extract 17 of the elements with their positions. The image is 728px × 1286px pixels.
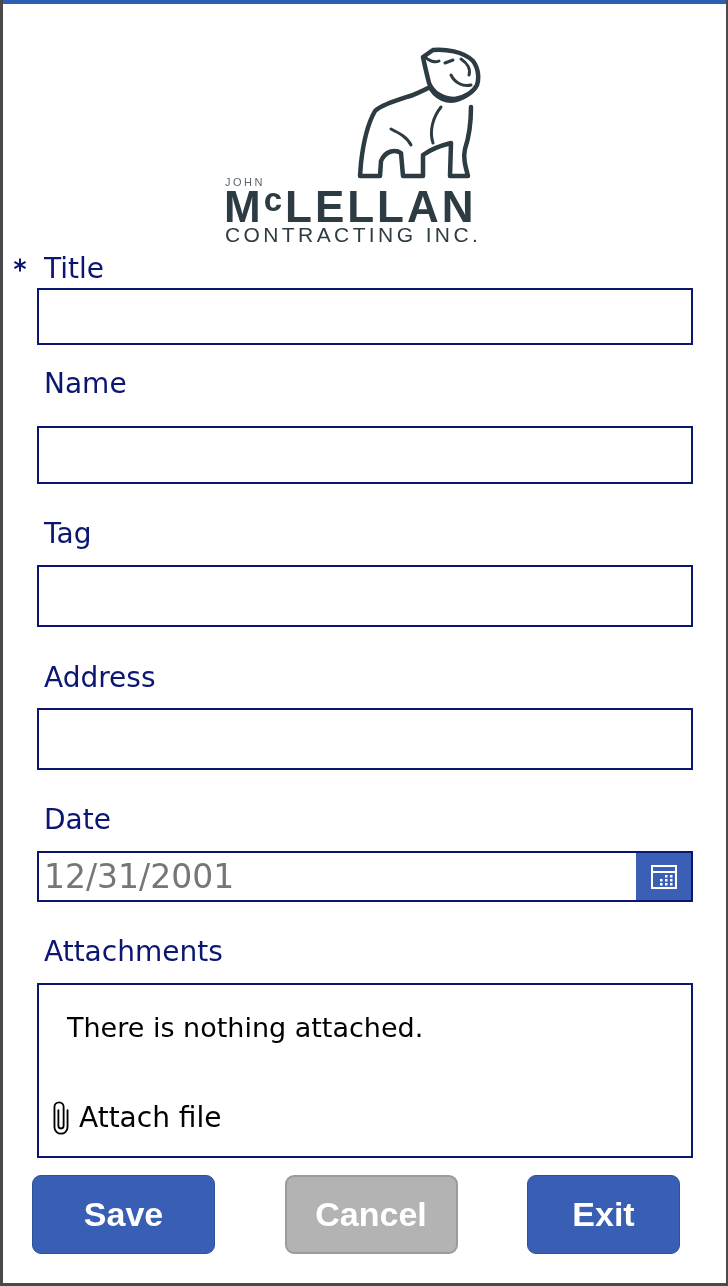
field-label: Title <box>44 253 104 285</box>
field-label: Name <box>44 368 127 400</box>
empty-attachments-message: There is nothing attached. <box>67 1012 424 1044</box>
field-label: Tag <box>44 518 92 550</box>
exit-button[interactable]: Exit <box>527 1175 680 1254</box>
bulldog-icon <box>355 45 481 180</box>
field-label: Date <box>44 804 111 836</box>
text-field[interactable] <box>37 288 693 345</box>
save-button[interactable]: Save <box>32 1175 215 1254</box>
attach-file-button[interactable]: Attach file <box>53 1101 222 1135</box>
paperclip-icon <box>53 1101 69 1135</box>
text-field[interactable] <box>37 565 693 627</box>
logo-overline-text: JOHN <box>225 177 265 188</box>
text-field[interactable] <box>37 426 693 484</box>
field-label: Attachments <box>44 936 223 968</box>
field-label: Address <box>44 662 156 694</box>
text-field[interactable] <box>37 708 693 770</box>
